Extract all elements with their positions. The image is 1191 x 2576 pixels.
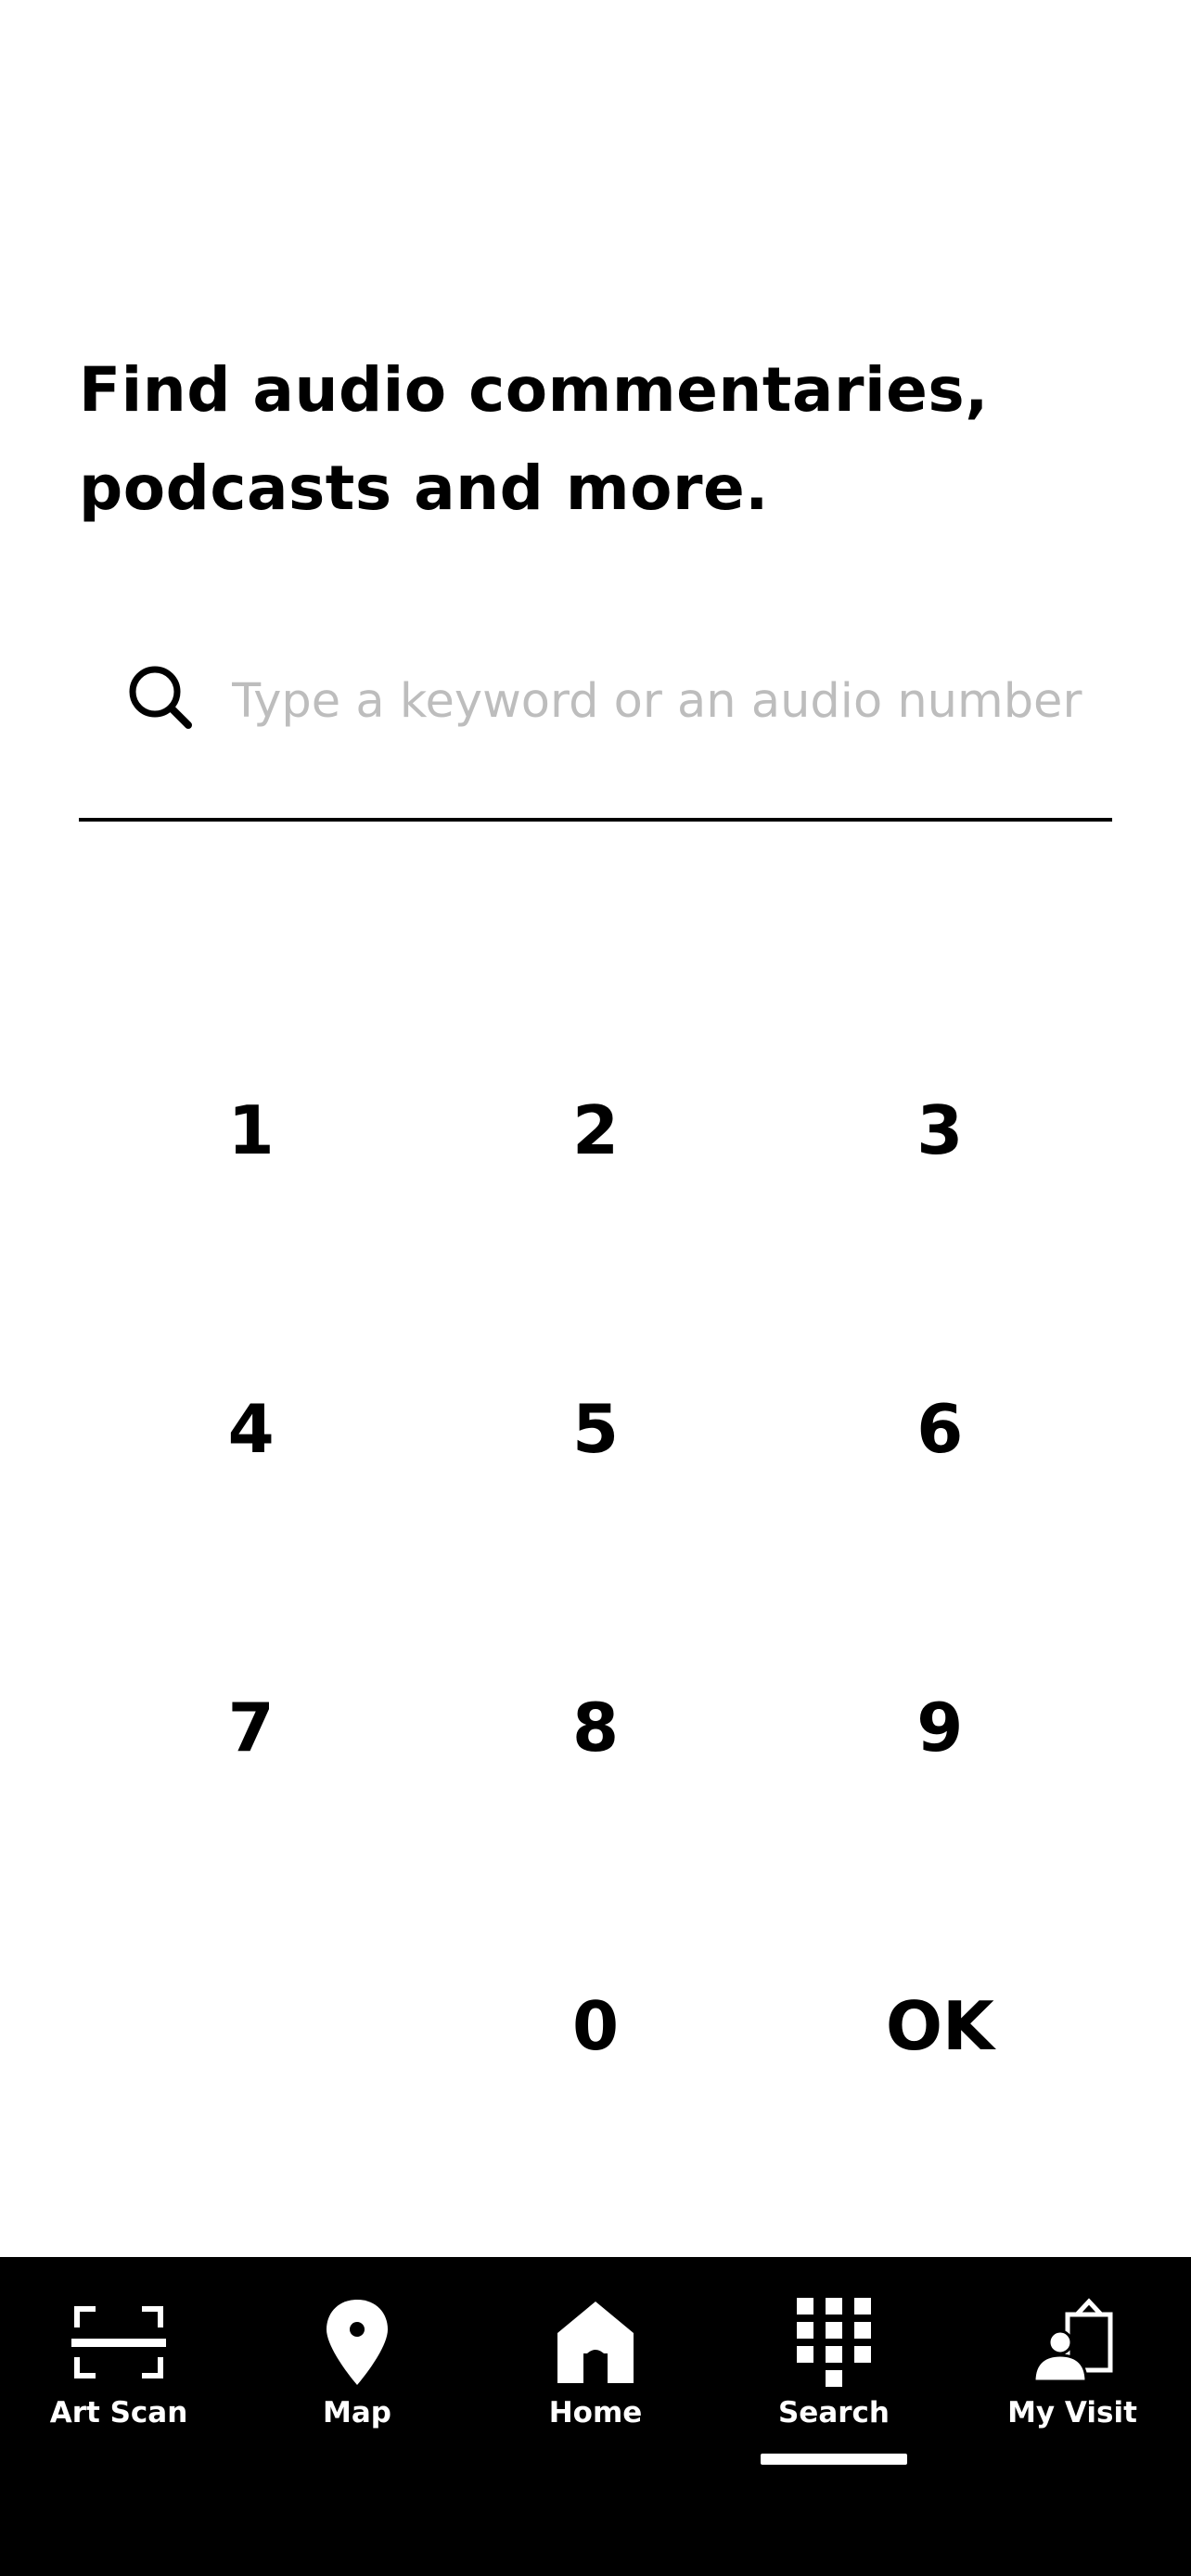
tab-my-visit[interactable]: My Visit xyxy=(954,2257,1191,2480)
person-board-icon xyxy=(1032,2298,1113,2383)
key-4[interactable]: 4 xyxy=(79,1280,423,1578)
key-0[interactable]: 0 xyxy=(423,1877,767,2175)
tab-label: Home xyxy=(548,2396,643,2429)
key-7[interactable]: 7 xyxy=(79,1578,423,1877)
tab-art-scan[interactable]: Art Scan xyxy=(0,2257,237,2480)
scan-icon xyxy=(71,2306,166,2378)
active-tab-indicator xyxy=(761,2454,907,2465)
key-empty xyxy=(79,1877,423,2175)
key-ok[interactable]: OK xyxy=(768,1877,1112,2175)
key-1[interactable]: 1 xyxy=(79,981,423,1280)
key-6[interactable]: 6 xyxy=(768,1280,1112,1578)
key-3[interactable]: 3 xyxy=(768,981,1112,1280)
tab-label: My Visit xyxy=(1007,2396,1137,2429)
tab-search[interactable]: Search xyxy=(715,2257,953,2480)
tab-label: Search xyxy=(777,2396,890,2429)
home-icon xyxy=(557,2302,634,2383)
bottom-tab-bar: Art Scan Map Home Search My Visit xyxy=(0,2257,1191,2576)
page-headline: Find audio commentaries, podcasts and mo… xyxy=(79,354,989,524)
key-8[interactable]: 8 xyxy=(423,1578,767,1877)
key-5[interactable]: 5 xyxy=(423,1280,767,1578)
tab-label: Art Scan xyxy=(49,2396,188,2429)
search-bar[interactable] xyxy=(79,623,1112,822)
tab-label: Map xyxy=(323,2396,391,2429)
tab-map[interactable]: Map xyxy=(238,2257,476,2480)
number-keypad: 1 2 3 4 5 6 7 8 9 0 OK xyxy=(79,981,1112,2177)
search-icon xyxy=(129,666,192,729)
tab-home[interactable]: Home xyxy=(477,2257,714,2480)
key-2[interactable]: 2 xyxy=(423,981,767,1280)
keypad-icon xyxy=(797,2298,871,2387)
map-pin-icon xyxy=(327,2300,388,2385)
key-9[interactable]: 9 xyxy=(768,1578,1112,1877)
search-input[interactable] xyxy=(232,664,1104,738)
